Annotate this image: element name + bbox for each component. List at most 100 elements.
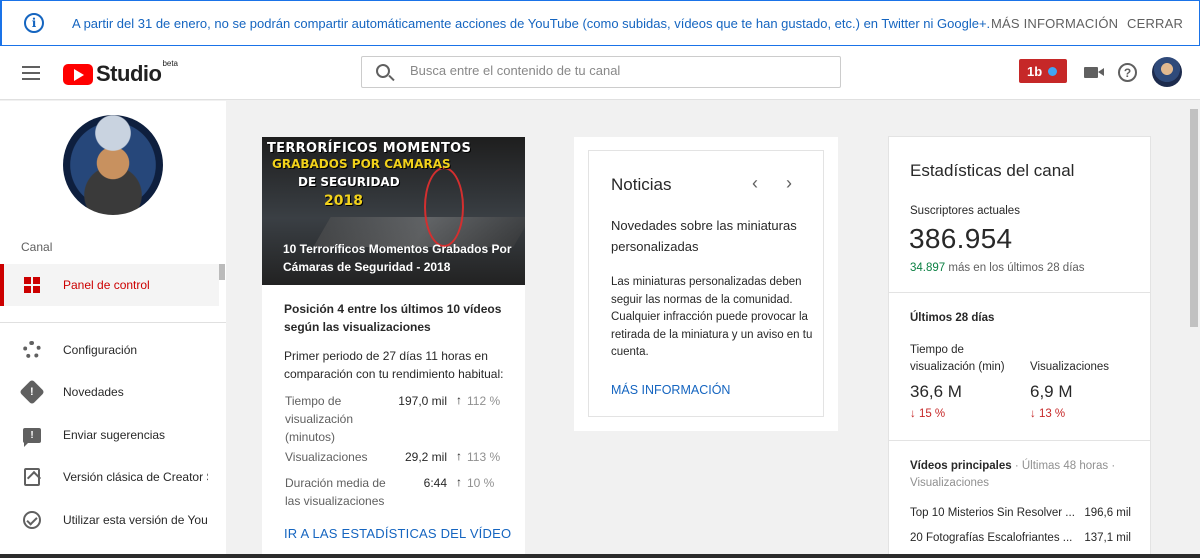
- badge-dot-icon: [1048, 66, 1058, 76]
- top-video-views: 137,1 mil: [1084, 532, 1131, 544]
- metric-percent: 113 %: [467, 450, 501, 464]
- notifications-badge[interactable]: 1b: [1019, 59, 1067, 83]
- metric-value: 29,2 mil: [404, 450, 447, 464]
- banner-close-button[interactable]: CERRAR: [1127, 16, 1183, 31]
- top-video-title[interactable]: Top 10 Misterios Sin Resolver ...: [910, 507, 1075, 519]
- metric-label: Tiempo de visualización (minutos): [285, 394, 354, 444]
- watch-time-metric: Tiempo de visualización (min) 36,6 M ↓ 1…: [910, 342, 1010, 420]
- watch-time-value: 36,6 M: [910, 382, 962, 401]
- sidebar-item-label: Versión clásica de Creator St...: [63, 470, 208, 484]
- subscribers-label: Suscriptores actuales: [910, 205, 1020, 217]
- active-indicator: [0, 264, 4, 306]
- metric-percent: 10 %: [467, 476, 495, 490]
- chevron-right-icon[interactable]: ›: [786, 173, 792, 194]
- sidebar-scrollbar[interactable]: [219, 264, 225, 280]
- stats-divider: [889, 292, 1150, 293]
- info-icon: i: [24, 13, 44, 33]
- youtube-play-icon: [63, 63, 93, 85]
- top-video-row[interactable]: 20 Fotografías Escalofriantes ... 137,1 …: [910, 532, 1135, 544]
- search-input[interactable]: [410, 63, 830, 78]
- news-headline: Novedades sobre las miniaturas personali…: [611, 218, 797, 254]
- sidebar-item-classic-studio[interactable]: Versión clásica de Creator St...: [0, 456, 219, 498]
- metric-label: Visualizaciones: [285, 450, 368, 464]
- sidebar-item-dashboard[interactable]: Panel de control: [0, 264, 219, 306]
- sidebar-item-whats-new[interactable]: ! Novedades: [0, 371, 219, 413]
- sidebar-item-label: Utilizar esta versión de YouT...: [63, 513, 208, 527]
- watch-time-delta: ↓ 15 %: [910, 408, 946, 420]
- sidebar-section-label: Canal: [21, 240, 53, 254]
- sidebar-item-label: Configuración: [63, 343, 138, 357]
- subscribers-growth: 34.897 más en los últimos 28 días: [910, 262, 1085, 274]
- alert-icon: !: [19, 379, 45, 405]
- news-card: Noticias ‹ › Novedades sobre las miniatu…: [574, 137, 838, 431]
- video-summary: Posición 4 entre los últimos 10 vídeos s…: [284, 300, 509, 383]
- news-more-info-link[interactable]: MÁS INFORMACIÓN: [611, 383, 730, 397]
- views-delta: ↓ 13 %: [1030, 408, 1066, 420]
- account-avatar[interactable]: [1152, 57, 1182, 87]
- chevron-left-icon[interactable]: ‹: [752, 173, 758, 194]
- beta-badge: beta: [162, 59, 179, 68]
- arrow-up-icon: ↑: [456, 449, 462, 463]
- top-video-views: 196,6 mil: [1084, 507, 1131, 519]
- video-thumbnail[interactable]: TERRORÍFICOS MOMENTOS GRABADOS POR CAMAR…: [262, 137, 525, 285]
- latest-video-card: TERRORÍFICOS MOMENTOS GRABADOS POR CAMAR…: [262, 137, 525, 558]
- metric-percent: 112 %: [467, 394, 501, 408]
- sidebar-item-settings[interactable]: Configuración: [0, 329, 219, 371]
- growth-number: 34.897: [910, 262, 946, 274]
- help-icon[interactable]: ?: [1118, 63, 1137, 82]
- views-metric: Visualizaciones 6,9 M ↓ 13 %: [1030, 359, 1130, 420]
- growth-suffix: más en los últimos 28 días: [948, 262, 1085, 274]
- classic-icon: [22, 467, 42, 487]
- news-item: Noticias ‹ › Novedades sobre las miniatu…: [588, 150, 824, 417]
- youtube-studio-logo[interactable]: Studio beta: [63, 59, 179, 87]
- video-analytics-link[interactable]: IR A LAS ESTADÍSTICAS DEL VÍDEO: [284, 526, 511, 541]
- thumbnail-text-line3: DE SEGURIDAD: [298, 175, 400, 189]
- top-videos-header: Vídeos principales · Últimas 48 horas · …: [910, 458, 1135, 492]
- page-scrollbar[interactable]: [1188, 101, 1200, 558]
- feedback-icon: !: [22, 425, 42, 447]
- sidebar: Canal Panel de control Configuración ! N…: [0, 101, 226, 558]
- video-rank-text: Posición 4 entre los últimos 10 vídeos s…: [284, 302, 502, 334]
- metric-row-views: Visualizaciones 29,2 mil ↑ 113 %: [284, 448, 509, 470]
- channel-avatar[interactable]: [63, 115, 163, 215]
- metric-label: Duración media de las visualizaciones: [285, 476, 386, 508]
- metric-row-avg-duration: Duración media de las visualizaciones 6:…: [284, 474, 509, 514]
- taskbar-edge: [0, 554, 1200, 558]
- sidebar-item-label: Panel de control: [63, 278, 150, 292]
- top-video-title[interactable]: 20 Fotografías Escalofriantes ...: [910, 532, 1075, 544]
- metric-value: 6:44: [423, 476, 447, 490]
- thumbnail-text-line4: 2018: [324, 193, 363, 209]
- thumbnail-text-line2: GRABADOS POR CAMARAS: [272, 157, 451, 171]
- sidebar-item-label: Enviar sugerencias: [63, 428, 166, 442]
- sidebar-item-label: Novedades: [63, 385, 124, 399]
- metric-value: 197,0 mil: [398, 394, 447, 408]
- banner-more-info-button[interactable]: MÁS INFORMACIÓN: [991, 16, 1118, 31]
- watch-time-label: Tiempo de visualización (min): [910, 344, 1005, 373]
- notification-banner: i A partir del 31 de enero, no se podrán…: [0, 0, 1200, 46]
- sidebar-item-feedback[interactable]: ! Enviar sugerencias: [0, 414, 219, 456]
- scrollbar-thumb[interactable]: [1190, 109, 1198, 327]
- stats-title: Estadísticas del canal: [910, 161, 1075, 180]
- news-title: Noticias: [611, 175, 672, 194]
- sidebar-item-use-this-version[interactable]: Utilizar esta versión de YouT...: [0, 499, 219, 541]
- gear-icon: [22, 340, 42, 360]
- views-value: 6,9 M: [1030, 382, 1073, 401]
- video-period-text: Primer periodo de 27 días 11 horas en co…: [284, 349, 504, 381]
- channel-stats-card: Estadísticas del canal Suscriptores actu…: [888, 136, 1151, 558]
- thumbnail-text-line1: TERRORÍFICOS MOMENTOS: [267, 141, 472, 156]
- top-video-row[interactable]: Top 10 Misterios Sin Resolver ... 196,6 …: [910, 507, 1135, 519]
- search-box[interactable]: [361, 56, 841, 88]
- video-title[interactable]: 10 Terroríficos Momentos Grabados Por Cá…: [283, 240, 513, 276]
- check-circle-icon: [22, 510, 42, 530]
- search-icon: [376, 64, 390, 78]
- top-videos-title: Vídeos principales: [910, 460, 1012, 472]
- period-label: Últimos 28 días: [910, 312, 995, 324]
- arrow-up-icon: ↑: [456, 393, 462, 407]
- create-video-icon[interactable]: [1084, 67, 1104, 78]
- menu-icon[interactable]: [22, 66, 40, 80]
- logo-text: Studio: [96, 61, 162, 86]
- stats-divider: [889, 440, 1150, 441]
- subscribers-value: 386.954: [909, 223, 1013, 254]
- dashboard-icon: [22, 275, 42, 295]
- metric-row-watch-time: Tiempo de visualización (minutos) 197,0 …: [284, 392, 509, 448]
